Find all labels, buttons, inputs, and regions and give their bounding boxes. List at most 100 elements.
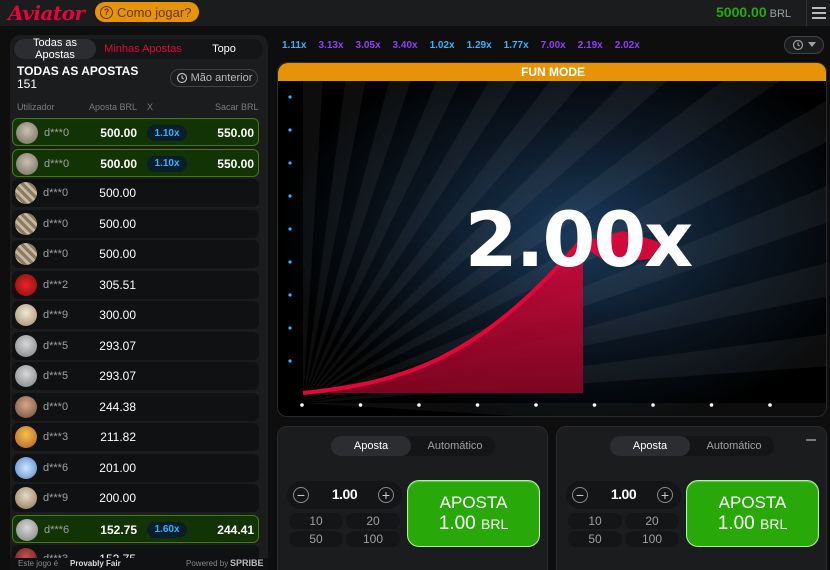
place-bet-label: APOSTA: [718, 492, 787, 512]
aviator-logo: Aviator: [8, 1, 85, 25]
bet-row: d***6 201.00: [12, 453, 259, 482]
bet-user: d***0: [43, 187, 69, 199]
tab-bet[interactable]: Aposta: [331, 436, 411, 456]
column-mult: X: [147, 102, 154, 112]
y-axis-dot: [288, 227, 292, 231]
bet-amount: 211.82: [100, 430, 136, 444]
bet-amount: 293.07: [99, 369, 136, 383]
bet-row: d***5 293.07: [12, 362, 259, 390]
cashout-multiplier: 1.10x: [147, 125, 187, 141]
spribe-logo: SPRIBE: [230, 558, 264, 568]
history-icon: [176, 72, 187, 84]
history-multiplier[interactable]: 2.02x: [609, 40, 646, 51]
tab-bet[interactable]: Aposta: [610, 436, 690, 456]
bet-row: d***0 500.00: [12, 179, 259, 207]
history-multiplier[interactable]: 1.77x: [498, 40, 535, 51]
quick-amount-50[interactable]: 50: [289, 531, 343, 547]
bet-amount: 500.00: [99, 186, 136, 200]
history-multiplier[interactable]: 1.11x: [276, 40, 312, 51]
cashout-amount: 550.00: [217, 156, 254, 171]
how-to-play-button[interactable]: ? Como jogar?: [95, 2, 200, 22]
remove-panel-button[interactable]: [806, 439, 816, 441]
cashout-multiplier: 1.60x: [147, 521, 187, 538]
tab-auto[interactable]: Automático: [694, 436, 774, 456]
place-bet-currency: BRL: [481, 515, 509, 532]
bet-user: d***9: [43, 309, 69, 321]
bet-row: d***2 305.51: [12, 270, 259, 299]
question-icon: ?: [100, 5, 113, 19]
bet-panel-1: Aposta Automático − 1.00 + 10 20 50 100 …: [277, 426, 548, 570]
avatar: [15, 212, 37, 235]
avatar: [16, 518, 38, 541]
powered-by-text: Powered by: [186, 559, 229, 568]
history-icon: [792, 39, 804, 51]
quick-amount-100[interactable]: 100: [346, 531, 400, 547]
tab-my-bets[interactable]: Minhas Apostas: [98, 39, 188, 59]
avatar: [16, 152, 38, 175]
stake-input[interactable]: 1.00: [596, 486, 651, 502]
place-bet-button[interactable]: APOSTA 1.00 BRL: [686, 480, 819, 547]
place-bet-amount: 1.00: [438, 512, 476, 534]
balance-currency: BRL: [769, 8, 792, 20]
quick-amount-50[interactable]: 50: [568, 531, 622, 547]
bet-row: d***0 500.00: [12, 209, 259, 238]
bet-amount: 200.00: [99, 491, 136, 505]
bet-user: d***0: [44, 127, 70, 139]
bet-user: d***3: [43, 431, 69, 443]
history-multiplier[interactable]: 3.40x: [387, 40, 424, 51]
bet-row: d***0 500.00 1.10x 550.00: [12, 118, 259, 146]
column-bet: Aposta BRL: [89, 102, 138, 112]
quick-amount-20[interactable]: 20: [346, 513, 400, 529]
all-bets-header: TODAS AS APOSTAS 151: [17, 65, 138, 91]
plus-icon[interactable]: +: [657, 487, 673, 503]
tab-top[interactable]: Topo: [188, 39, 260, 59]
stake-input[interactable]: 1.00: [317, 486, 372, 502]
bet-user: d***2: [43, 278, 69, 291]
bet-user: d***0: [43, 400, 69, 413]
quick-amount-100[interactable]: 100: [625, 531, 679, 547]
bet-mode-tabs: Aposta Automático: [331, 436, 495, 456]
quick-amount-10[interactable]: 10: [289, 513, 343, 529]
bet-user: d***5: [43, 339, 69, 352]
history-multiplier[interactable]: 1.02x: [424, 40, 461, 51]
hamburger-icon: [811, 7, 826, 9]
history-multiplier[interactable]: 3.13x: [312, 40, 349, 51]
minus-icon[interactable]: −: [293, 487, 309, 503]
menu-button[interactable]: [806, 0, 830, 26]
stake-stepper: − 1.00 +: [566, 481, 681, 509]
place-bet-button[interactable]: APOSTA 1.00 BRL: [407, 480, 540, 547]
avatar: [15, 273, 37, 296]
tab-auto[interactable]: Automático: [415, 436, 495, 456]
left-footer: Este jogo é Provably Fair Powered by SPR…: [10, 558, 268, 570]
bet-row: d***3 211.82: [12, 423, 259, 451]
bet-user: d***9: [43, 492, 69, 504]
bet-amount: 201.00: [99, 460, 136, 475]
quick-amount-10[interactable]: 10: [568, 513, 622, 529]
x-axis-dot: [592, 403, 597, 407]
bet-amount: 500.00: [100, 156, 137, 171]
bet-amount: 500.00: [99, 216, 136, 231]
bet-row: d***0 500.00: [12, 240, 259, 268]
balance-value: 5000.00: [716, 4, 767, 20]
chevron-down-icon: [808, 42, 816, 47]
column-user: Utilizador: [17, 102, 55, 112]
bet-amount: 244.38: [99, 399, 136, 414]
avatar: [15, 243, 37, 265]
x-axis-dot: [417, 403, 421, 407]
bet-user: d***6: [44, 523, 70, 536]
history-multiplier[interactable]: 3.05x: [350, 40, 387, 51]
bet-amount: 305.51: [99, 277, 136, 292]
y-axis-dot: [288, 326, 292, 330]
tab-all-bets[interactable]: Todas as Apostas: [14, 37, 96, 61]
history-multiplier[interactable]: 7.00x: [535, 40, 572, 51]
history-toggle-button[interactable]: [784, 36, 824, 54]
x-axis-dot: [534, 403, 538, 407]
history-multiplier[interactable]: 2.19x: [572, 40, 609, 51]
x-axis-dot: [709, 403, 714, 407]
history-multiplier[interactable]: 1.29x: [461, 40, 498, 51]
previous-hand-button[interactable]: Mão anterior: [170, 69, 258, 87]
plus-icon[interactable]: +: [378, 487, 394, 503]
quick-amount-20[interactable]: 20: [625, 513, 679, 529]
minus-icon[interactable]: −: [572, 487, 588, 503]
provably-fair-link[interactable]: Provably Fair: [70, 559, 121, 568]
